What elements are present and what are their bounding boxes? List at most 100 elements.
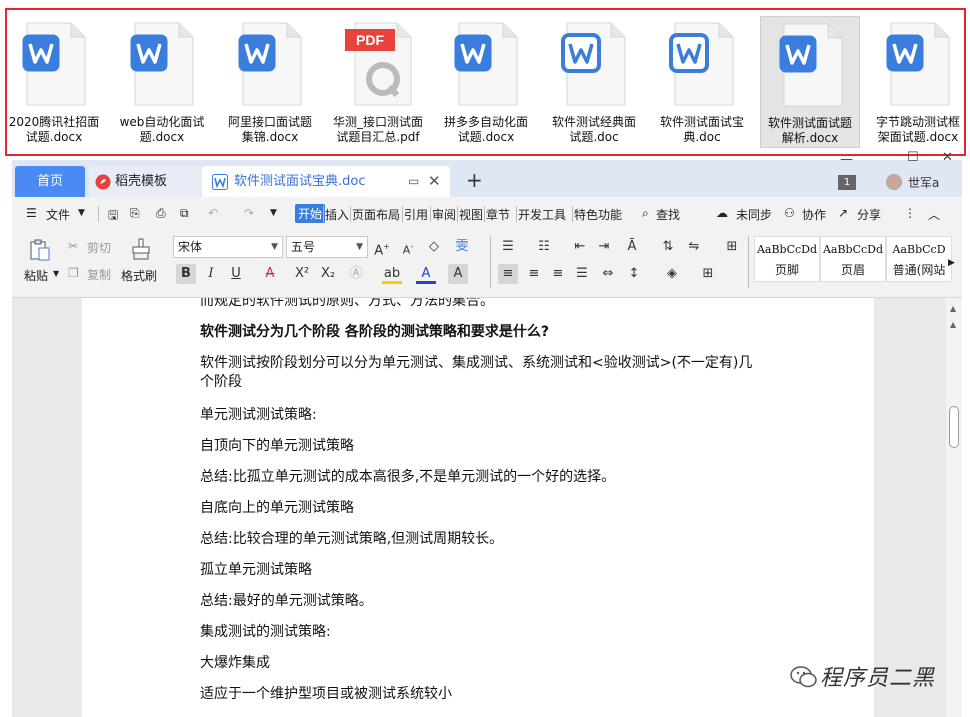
bullet-list-icon[interactable]: ☰ — [498, 237, 518, 257]
align-center-icon[interactable]: ≡ — [524, 264, 544, 284]
superscript-icon[interactable]: X² — [292, 264, 312, 284]
export-icon[interactable]: ⎘ — [130, 206, 140, 221]
increase-indent-icon[interactable]: ⇥ — [594, 237, 614, 257]
preview-icon[interactable]: ⧉ — [180, 206, 189, 221]
line-spacing-icon[interactable]: ↕ — [624, 264, 644, 284]
undo-icon[interactable]: ↶ — [208, 206, 218, 220]
file-item[interactable]: web自动化面试 题.docx — [112, 16, 212, 148]
phonetic-icon[interactable]: 雯 — [452, 237, 472, 257]
shrink-font-icon[interactable]: A- — [398, 237, 418, 257]
char-shading-icon[interactable]: A — [448, 264, 468, 284]
tab-document[interactable]: 软件测试面试宝典.doc ▭ ✕ — [202, 166, 450, 197]
sort-icon[interactable]: ⇅ — [658, 237, 678, 257]
font-size-select[interactable]: 五号 ▼ — [286, 236, 368, 258]
font-color-icon[interactable]: A — [416, 264, 436, 284]
tab-home[interactable]: 首页 — [15, 166, 85, 197]
document-page[interactable]: 而规定的软件测试的原则、方式、方法的集合。 软件测试分为几个阶段 各阶段的测试策略… — [82, 298, 874, 717]
underline-icon[interactable]: U — [226, 264, 246, 284]
pin-icon[interactable]: ▭ — [408, 166, 419, 197]
avatar[interactable] — [886, 174, 902, 190]
cloud-icon[interactable]: ☁ — [716, 206, 728, 220]
share-icon[interactable]: ↗ — [838, 206, 848, 220]
collapse-ribbon-icon[interactable]: ︿ — [928, 206, 940, 223]
print-icon[interactable]: ⎙ — [156, 206, 166, 221]
file-item[interactable]: 字节跳动测试框 架面试题.docx — [868, 16, 968, 148]
numbered-list-icon[interactable]: ☷ — [534, 237, 554, 257]
file-item[interactable]: 阿里接口面试题 集锦.docx — [220, 16, 320, 148]
menu-file[interactable]: 文件 — [46, 206, 70, 223]
highlight-icon[interactable]: ab — [382, 264, 402, 284]
search-icon[interactable]: ⌕ — [642, 206, 649, 221]
paste-icon[interactable] — [28, 238, 52, 262]
file-item[interactable]: PDF 华测_接口测试面 试题目汇总.pdf — [328, 16, 428, 148]
copy-label[interactable]: 复制 — [87, 266, 111, 283]
chevron-down-icon[interactable]: ▼ — [78, 208, 85, 218]
menu-tab[interactable]: 引用 — [404, 206, 428, 223]
save-icon[interactable]: 🖫 — [108, 206, 118, 227]
scroll-up-icon[interactable]: ▲ — [950, 320, 956, 329]
menu-tab[interactable]: 章节 — [486, 206, 510, 223]
format-painter-label[interactable]: 格式刷 — [121, 267, 157, 284]
menu-tab[interactable]: 插入 — [325, 206, 349, 223]
paste-label[interactable]: 粘贴 — [24, 267, 48, 284]
decrease-indent-icon[interactable]: ⇤ — [570, 237, 590, 257]
copy-icon[interactable]: ❐ — [68, 266, 79, 280]
menu-tab[interactable]: 特色功能 — [574, 206, 622, 223]
italic-icon[interactable]: I — [201, 264, 221, 284]
file-item[interactable]: 2020腾讯社招面 试题.docx — [4, 16, 104, 148]
add-tab-icon[interactable]: + — [466, 166, 483, 194]
tab-template[interactable]: 稻壳模板 — [89, 166, 201, 197]
close-window-icon[interactable]: ✕ — [942, 150, 953, 165]
menu-unsynced[interactable]: 未同步 — [736, 206, 772, 223]
style-preset[interactable]: AaBbCcD 普通(网站 — [886, 236, 952, 282]
menu-tab[interactable]: 审阅 — [432, 206, 456, 223]
shading-icon[interactable]: ◈ — [662, 264, 682, 284]
paste-dropdown-icon[interactable]: ▼ — [53, 269, 59, 278]
show-marks-icon[interactable]: ⇋ — [684, 237, 704, 257]
maximize-icon[interactable]: ☐ — [907, 150, 919, 165]
file-item[interactable]: 软件测试经典面 试题.doc — [544, 16, 644, 148]
pdf-file-icon: PDF — [345, 22, 412, 106]
menu-tab[interactable]: 开始 — [295, 204, 326, 223]
close-tab-icon[interactable]: ✕ — [428, 166, 441, 197]
font-name-select[interactable]: 宋体 ▼ — [173, 236, 283, 258]
file-item[interactable]: 软件测试面试宝 典.doc — [652, 16, 752, 148]
menu-collab[interactable]: 协作 — [802, 206, 826, 223]
bold-icon[interactable]: B — [176, 264, 196, 284]
file-item[interactable]: 软件测试面试题 解析.docx — [760, 16, 860, 148]
menu-icon[interactable]: ☰ — [26, 206, 37, 220]
scroll-thumb[interactable] — [949, 406, 959, 448]
cut-label[interactable]: 剪切 — [87, 239, 111, 256]
vertical-scrollbar[interactable]: ▲ ▲ — [946, 298, 962, 717]
align-left-icon[interactable]: ≡ — [498, 264, 518, 284]
style-preset[interactable]: AaBbCcDd 页眉 — [820, 236, 886, 282]
style-label: 普通(网站 — [892, 263, 946, 277]
quick-access-dropdown-icon[interactable]: ▼ — [270, 208, 277, 218]
menu-share[interactable]: 分享 — [857, 206, 881, 223]
redo-icon[interactable]: ↷ — [244, 206, 254, 220]
subscript-icon[interactable]: X₂ — [318, 264, 338, 284]
menu-tab[interactable]: 页面布局 — [352, 206, 400, 223]
cut-icon[interactable]: ✂ — [68, 239, 78, 253]
menu-search[interactable]: 查找 — [656, 206, 680, 223]
collab-icon[interactable]: ⚇ — [784, 206, 795, 220]
menu-tab[interactable]: 视图 — [459, 206, 483, 223]
table-icon[interactable]: ⊞ — [722, 237, 742, 257]
minimize-icon[interactable]: — — [840, 152, 853, 167]
change-case-icon[interactable]: Ā — [622, 237, 642, 257]
borders-icon[interactable]: ⊞ — [698, 264, 718, 284]
strikethrough-icon[interactable]: A — [260, 264, 280, 284]
justify-icon[interactable]: ☰ — [572, 264, 592, 284]
file-item[interactable]: 拼多多自动化面 试题.docx — [436, 16, 536, 148]
text-effect-icon[interactable]: Ⓐ — [346, 264, 366, 284]
clear-format-icon[interactable]: ◇ — [424, 237, 444, 257]
scroll-up-icon[interactable]: ▲ — [950, 304, 956, 313]
style-preset[interactable]: AaBbCcDd 页脚 — [754, 236, 820, 282]
align-right-icon[interactable]: ≡ — [548, 264, 568, 284]
more-icon[interactable]: ⋮ — [904, 206, 916, 220]
format-painter-icon[interactable] — [130, 237, 152, 261]
style-gallery-arrow-icon[interactable]: ▶ — [948, 258, 955, 268]
grow-font-icon[interactable]: A+ — [372, 237, 392, 258]
menu-tab[interactable]: 开发工具 — [518, 206, 566, 223]
distribute-icon[interactable]: ⇔ — [598, 264, 618, 284]
